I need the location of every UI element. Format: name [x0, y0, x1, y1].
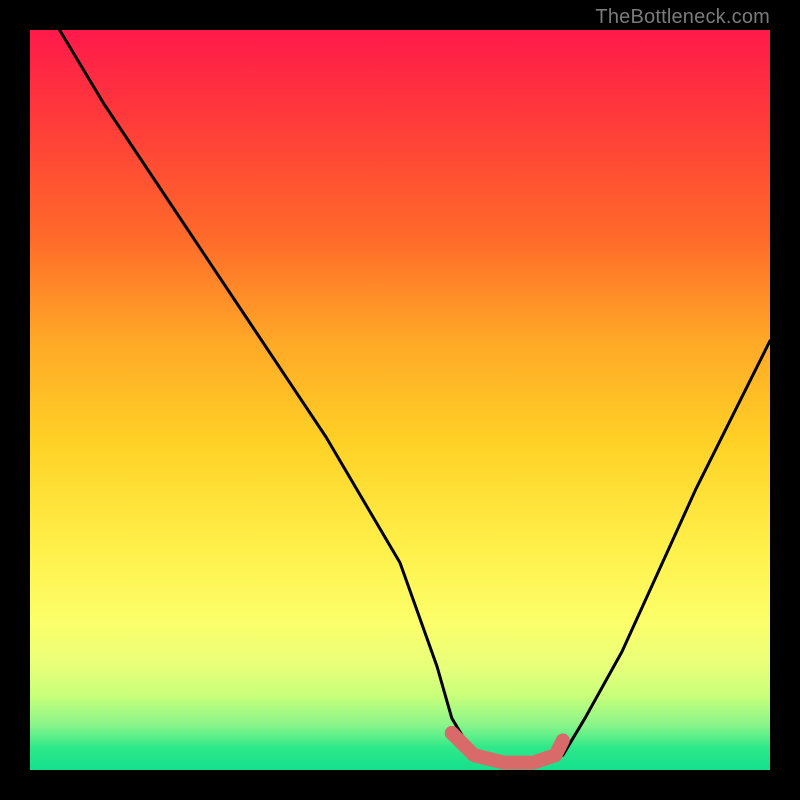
series-layer: [60, 30, 770, 763]
series-optimal-zone-marker: [452, 733, 563, 763]
series-bottleneck-curve: [60, 30, 770, 763]
optimal-start-dot: [445, 726, 459, 740]
chart-frame: TheBottleneck.com: [0, 0, 800, 800]
chart-svg: [30, 30, 770, 770]
plot-area: [30, 30, 770, 770]
watermark-text: TheBottleneck.com: [595, 6, 770, 29]
